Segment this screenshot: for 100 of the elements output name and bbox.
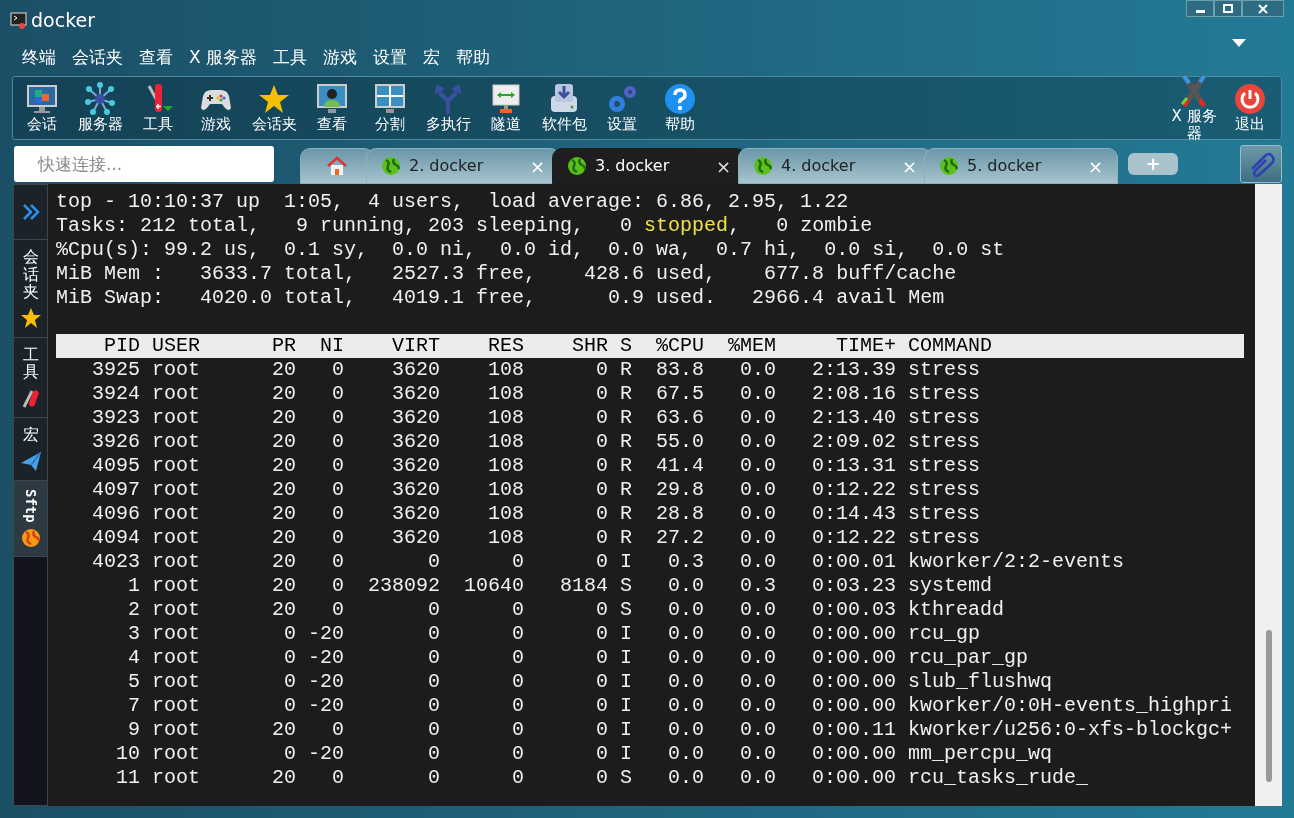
- table-cell-text: I: [619, 550, 633, 574]
- table-cell-text: 3926: [91, 430, 140, 454]
- table-cell-text: 0:00.11: [811, 718, 897, 742]
- menu-item[interactable]: 工具: [265, 45, 316, 71]
- toolbar-button[interactable]: 退出: [1225, 82, 1275, 134]
- table-cell-text: 9: [127, 718, 140, 742]
- table-cell-text: 0.0: [739, 430, 777, 454]
- table-cell-text: 20: [271, 406, 296, 430]
- table-cell-text: 108: [487, 478, 525, 502]
- toolbar-button[interactable]: 会话: [13, 82, 71, 134]
- table-cell-text: 0: [427, 718, 441, 742]
- table-cell-text: R: [619, 478, 633, 502]
- attachment-button[interactable]: [1240, 145, 1282, 183]
- table-cell-text: 4: [127, 646, 140, 670]
- table-cell-text: 0.0: [667, 694, 705, 718]
- table-cell-text: 0: [283, 622, 296, 646]
- table-cell-text: 3620: [391, 406, 441, 430]
- terminal-text: %Cpu(s): 99.2 us, 0.1 sy, 0.0 ni, 0.0 id, 0.0 wa, 0.7 hi, 0.0 si, 0.0 st: [56, 238, 1005, 261]
- table-cell-text: -20: [307, 742, 344, 766]
- fork-arrow-icon: [431, 82, 465, 117]
- sidebar-tab[interactable]: 宏: [14, 417, 47, 481]
- toolbar-button[interactable]: 分割: [361, 82, 419, 134]
- table-cell-text: 5: [127, 670, 140, 694]
- menu-item[interactable]: 会话夹: [64, 45, 131, 71]
- table-cell-text: 0:12.22: [811, 526, 897, 550]
- sidebar-tab[interactable]: 会话夹: [14, 240, 47, 338]
- table-cell-text: 0.0: [739, 742, 777, 766]
- table-cell-text: root: [151, 550, 201, 574]
- menu-item[interactable]: X 服务器: [181, 45, 266, 71]
- table-cell-text: 20: [271, 766, 296, 790]
- maximize-button[interactable]: [1214, 0, 1242, 17]
- toolbar-button[interactable]: 查看: [303, 82, 361, 134]
- toolbar-button[interactable]: 会话夹: [245, 82, 303, 134]
- table-cell-text: 0.0: [667, 622, 705, 646]
- table-cell-text: rcu_par_gp: [907, 646, 1029, 670]
- toolbar-button[interactable]: 帮助: [651, 82, 709, 134]
- minimize-button[interactable]: [1186, 0, 1214, 17]
- table-cell-text: stress: [907, 502, 981, 526]
- sidebar-tab[interactable]: 工具: [14, 337, 47, 418]
- quick-connect-field[interactable]: 快速连接...: [14, 146, 274, 182]
- table-cell-text: 4023: [91, 550, 140, 574]
- table-cell-text: 0.0: [667, 598, 705, 622]
- session-tab[interactable]: 5. docker ×: [924, 148, 1118, 184]
- menu-item[interactable]: 查看: [131, 45, 181, 71]
- table-cell-text: 0: [331, 550, 344, 574]
- table-cell-text: 0.0: [667, 766, 705, 790]
- table-cell-text: 0.0: [667, 718, 705, 742]
- table-cell-text: 0:00.00: [811, 670, 897, 694]
- table-cell-text: 108: [487, 358, 525, 382]
- menu-item[interactable]: 帮助: [448, 45, 499, 71]
- toolbar-button[interactable]: X 服务器: [1169, 73, 1219, 143]
- column-header: RES: [487, 334, 525, 358]
- minimize-icon: [1195, 10, 1205, 13]
- tab-close-button[interactable]: ×: [715, 152, 731, 180]
- toolbar-button[interactable]: 隧道: [477, 82, 535, 134]
- column-header: VIRT: [391, 334, 441, 358]
- table-cell-text: 0: [427, 550, 441, 574]
- table-cell-text: 0: [511, 598, 525, 622]
- table-cell-text: 0.0: [739, 646, 777, 670]
- dropdown-arrow-icon[interactable]: [1232, 39, 1246, 47]
- menu-item[interactable]: 终端: [14, 45, 64, 71]
- table-cell-text: 0:00.01: [811, 550, 897, 574]
- table-cell-text: root: [151, 646, 201, 670]
- toolbar-button[interactable]: 工具: [129, 82, 187, 134]
- menu-item[interactable]: 宏: [415, 45, 449, 71]
- table-cell-text: 0: [595, 430, 609, 454]
- sidebar-expand-button[interactable]: [14, 185, 47, 240]
- table-cell-text: 41.4: [655, 454, 705, 478]
- table-cell-text: 0: [427, 646, 441, 670]
- table-cell-text: 0: [595, 358, 609, 382]
- toolbar-button[interactable]: 设置: [593, 82, 651, 134]
- toolbar-button[interactable]: 游戏: [187, 82, 245, 134]
- table-cell-text: R: [619, 454, 633, 478]
- scrollbar[interactable]: [1255, 184, 1282, 806]
- maximize-icon: [1223, 3, 1233, 14]
- terminal-text: , 0 zombie: [728, 214, 873, 237]
- table-cell-text: 0: [511, 622, 525, 646]
- table-cell-text: 0: [511, 670, 525, 694]
- toolbar-button[interactable]: 多执行: [419, 82, 477, 134]
- table-cell-text: 0:03.23: [811, 574, 897, 598]
- menu-item[interactable]: 游戏: [315, 45, 366, 71]
- toolbar-button[interactable]: 服务器: [71, 82, 129, 134]
- table-cell-text: 0: [595, 478, 609, 502]
- star-icon: [19, 306, 42, 329]
- table-cell-text: 0.0: [739, 502, 777, 526]
- table-cell-text: kworker/0:0H-events_highpri: [907, 694, 1233, 718]
- table-cell-text: 0:00.00: [811, 694, 897, 718]
- table-cell-text: 108: [487, 502, 525, 526]
- table-cell-text: 2:09.02: [811, 430, 897, 454]
- scrollbar-thumb[interactable]: [1265, 630, 1272, 782]
- menu-item[interactable]: 设置: [365, 45, 416, 71]
- app-icon: [10, 11, 27, 29]
- close-button[interactable]: [1242, 0, 1284, 17]
- table-cell-text: mm_percpu_wq: [907, 742, 1053, 766]
- toolbar-button[interactable]: 软件包: [535, 82, 593, 134]
- table-cell-text: R: [619, 430, 633, 454]
- table-cell-text: 63.6: [655, 406, 705, 430]
- table-cell-text: 67.5: [655, 382, 705, 406]
- table-cell-text: 0: [595, 406, 609, 430]
- sidebar-tab[interactable]: Sftp: [14, 480, 47, 558]
